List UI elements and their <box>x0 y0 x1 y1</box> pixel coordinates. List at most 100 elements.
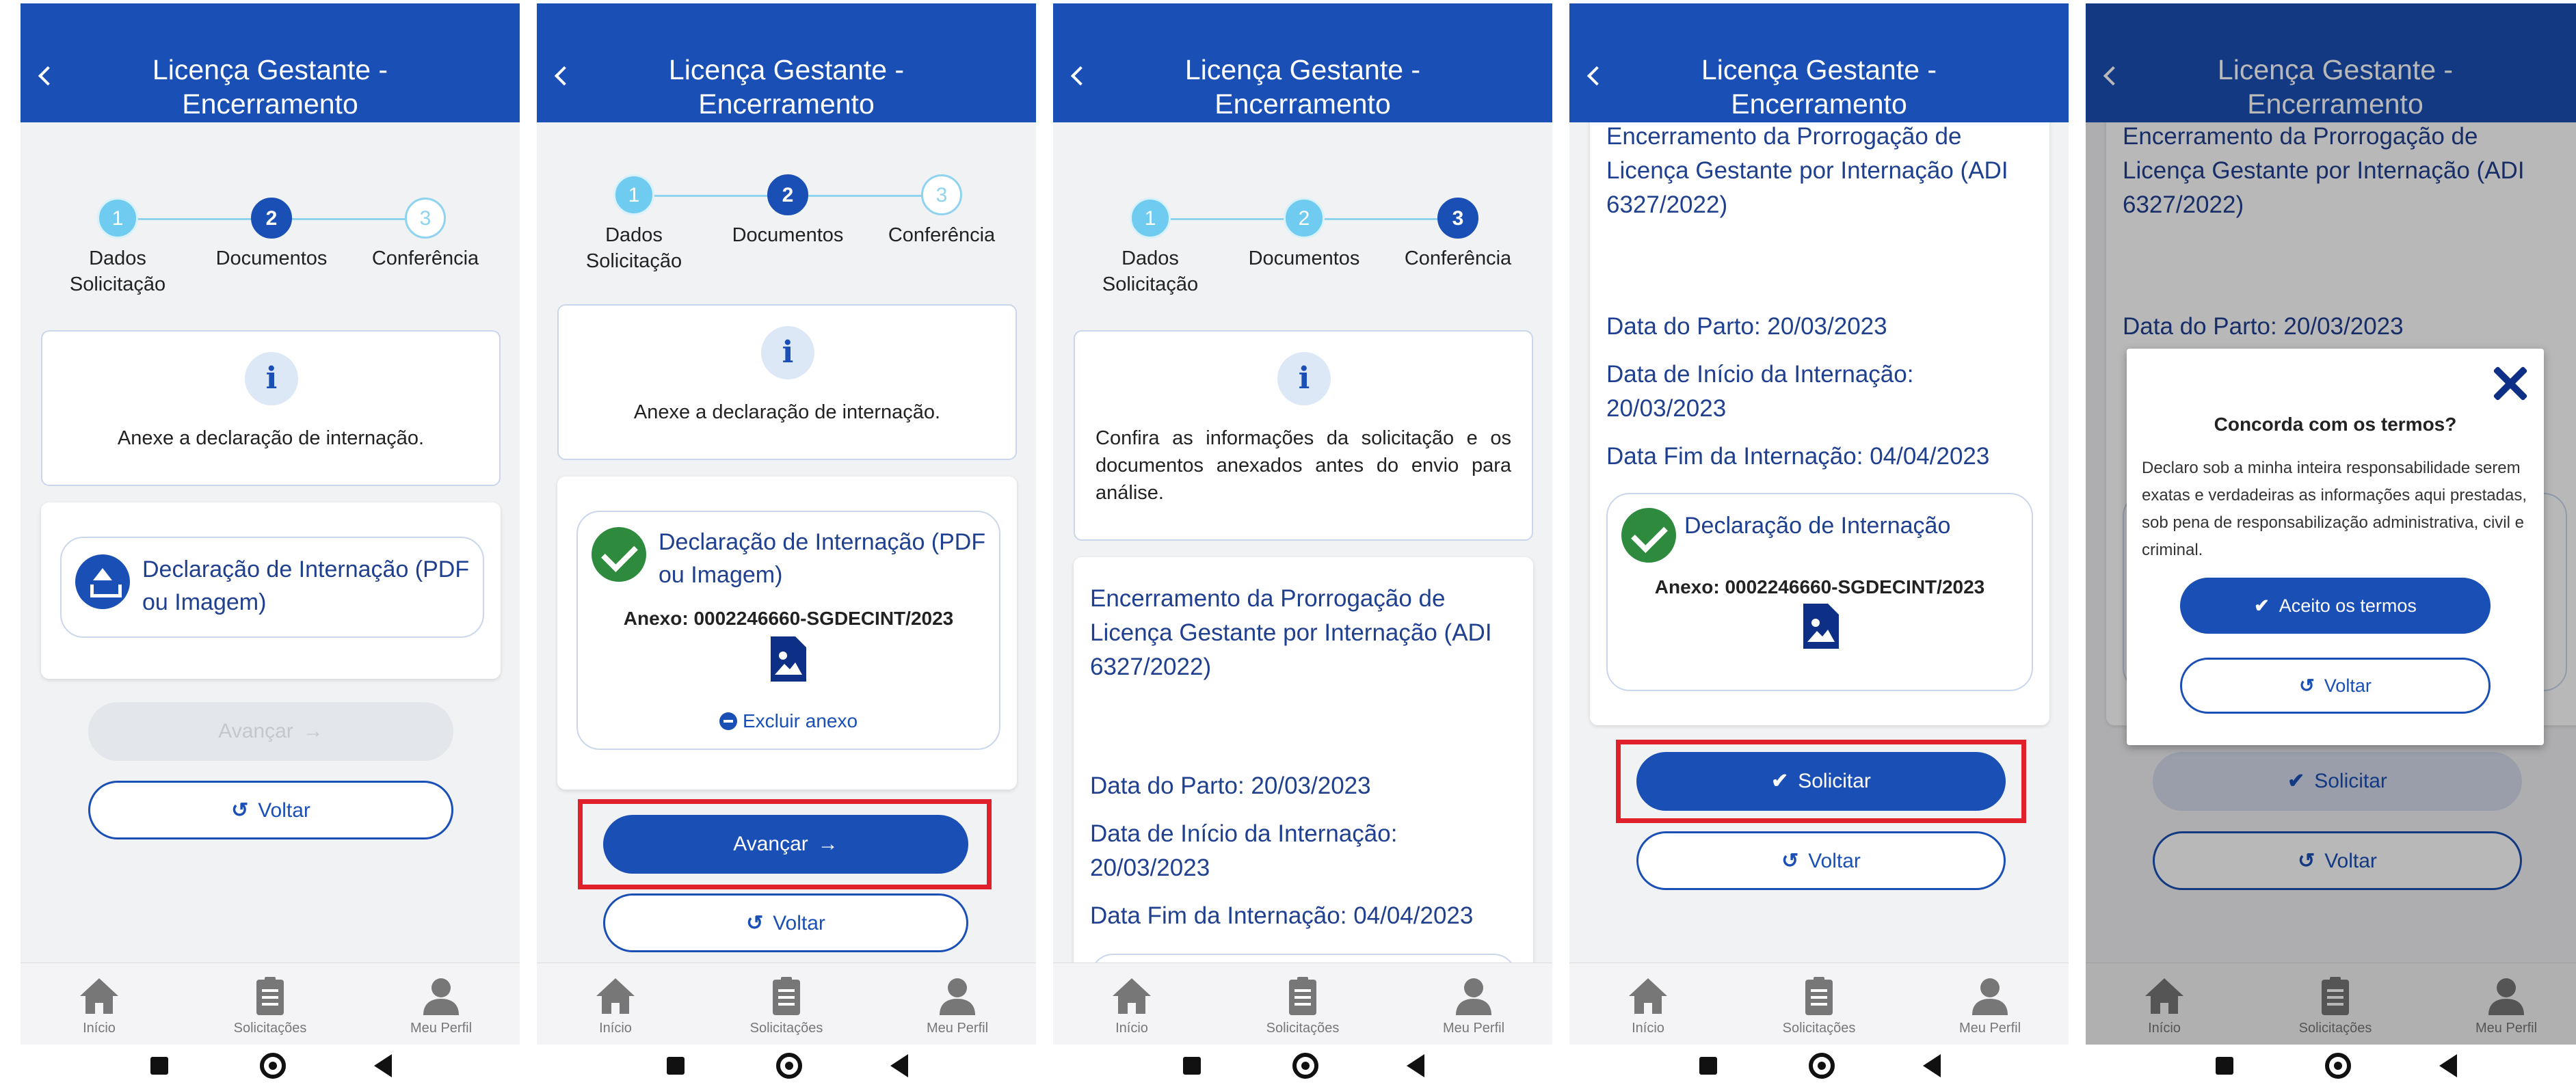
home-system-icon[interactable] <box>776 1053 802 1079</box>
home-system-icon[interactable] <box>260 1053 286 1079</box>
nav-profile[interactable]: Meu Perfil <box>889 976 1026 1036</box>
nav-requests[interactable]: Solicitações <box>202 976 338 1036</box>
nav-requests[interactable]: Solicitações <box>718 976 855 1036</box>
nav-profile[interactable]: Meu Perfil <box>1922 976 2058 1036</box>
image-file-icon[interactable] <box>771 636 806 682</box>
step-2-label: Documentos <box>1248 247 1360 269</box>
nav-profile-label: Meu Perfil <box>410 1021 473 1036</box>
clipboard-icon <box>256 977 284 1015</box>
nav-home[interactable]: Início <box>1580 976 1716 1036</box>
terms-modal: Concorda com os termos? Declaro sob a mi… <box>2127 349 2544 745</box>
document-label: Declaração de Internação (PDF ou Imagem) <box>142 556 470 615</box>
undo-icon: ↺ <box>2299 675 2315 696</box>
next-label: Avançar <box>733 833 808 855</box>
recent-apps-icon[interactable] <box>1699 1057 1717 1075</box>
next-button[interactable]: Avançar → <box>88 702 453 761</box>
screen-2: Licença Gestante - Encerramento 1 2 3 Da… <box>537 3 1036 1087</box>
stepper: 1 2 3 Dados Solicitação Documentos Confe… <box>537 174 1036 291</box>
info-text: Anexe a declaração de internação. <box>117 427 425 449</box>
back-arrow-icon[interactable] <box>554 66 574 86</box>
nav-requests[interactable]: Solicitações <box>1234 976 1371 1036</box>
step-1-label: Dados Solicitação <box>1102 247 1199 295</box>
step-3-label: Conferência <box>371 247 479 269</box>
undo-icon: ↺ <box>746 912 764 935</box>
upload-card: Declaração de Internação (PDF ou Imagem) <box>41 502 501 679</box>
check-icon: ✔ <box>2254 595 2270 616</box>
nav-profile[interactable]: Meu Perfil <box>1405 976 1542 1036</box>
back-arrow-icon[interactable] <box>38 66 58 86</box>
page-title: Licença Gestante - Encerramento <box>152 54 388 120</box>
back-arrow-icon[interactable] <box>1586 66 1607 86</box>
check-icon: ✔ <box>1771 770 1789 792</box>
annex-number: Anexo: 0002246660-SGDECINT/2023 <box>1654 576 1985 597</box>
step-1-label: Dados Solicitação <box>585 224 682 272</box>
info-card: i Anexe a declaração de internação. <box>557 304 1017 460</box>
request-title: Encerramento da Prorrogação de Licença G… <box>1090 585 1492 680</box>
home-system-icon[interactable] <box>1292 1053 1318 1079</box>
back-arrow-icon[interactable] <box>1070 66 1091 86</box>
back-label: Voltar <box>773 912 825 935</box>
bottom-nav: Início Solicitações Meu Perfil <box>1569 963 2069 1045</box>
minus-circle-icon <box>719 712 737 730</box>
remove-annex-link[interactable]: Excluir anexo <box>578 710 999 732</box>
back-system-icon[interactable] <box>374 1054 392 1077</box>
document-label: Declaração de Internação <box>1684 513 1951 539</box>
recent-apps-icon[interactable] <box>2216 1057 2233 1075</box>
home-icon <box>80 978 118 1014</box>
recent-apps-icon[interactable] <box>150 1057 168 1075</box>
nav-home[interactable]: Início <box>1063 976 1200 1036</box>
back-system-icon[interactable] <box>1923 1054 1941 1077</box>
home-system-icon[interactable] <box>1809 1053 1835 1079</box>
image-file-icon[interactable] <box>1803 604 1839 649</box>
back-button[interactable]: ↺ Voltar <box>1636 831 2006 890</box>
close-icon[interactable] <box>2488 361 2532 405</box>
request-title: Encerramento da Prorrogação de Licença G… <box>1606 123 2008 218</box>
step-3-circle: 3 <box>921 174 962 215</box>
hospitalization-end-date: Data Fim da Internação: 04/04/2023 <box>1090 902 1474 929</box>
step-1-circle: 1 <box>97 198 138 239</box>
accept-terms-label: Aceito os termos <box>2279 595 2417 616</box>
step-3-label: Conferência <box>1404 247 1512 269</box>
home-system-icon[interactable] <box>2325 1053 2351 1079</box>
back-system-icon[interactable] <box>2439 1054 2457 1077</box>
recent-apps-icon[interactable] <box>667 1057 685 1075</box>
home-icon <box>596 978 635 1014</box>
back-label: Voltar <box>258 799 310 822</box>
nav-home-label: Início <box>83 1021 116 1036</box>
nav-requests-label: Solicitações <box>1782 1021 1856 1036</box>
next-button[interactable]: Avançar → <box>603 815 968 874</box>
nav-home[interactable]: Início <box>31 976 168 1036</box>
app-header: Licença Gestante - Encerramento <box>21 3 520 122</box>
next-label: Avançar <box>218 720 293 742</box>
hospitalization-start-date: Data de Início da Internação: 20/03/2023 <box>1090 820 1398 881</box>
nav-profile[interactable]: Meu Perfil <box>373 976 509 1036</box>
nav-requests-label: Solicitações <box>749 1021 823 1036</box>
accept-terms-button[interactable]: ✔ Aceito os termos <box>2180 578 2491 634</box>
nav-home-label: Início <box>599 1021 632 1036</box>
stepper: 1 2 3 Dados Solicitação Documentos Confe… <box>21 198 520 314</box>
step-2-circle: 2 <box>1284 198 1325 239</box>
info-card: i Anexe a declaração de internação. <box>41 330 501 486</box>
info-text: Confira as informações da solicitação e … <box>1096 427 1511 504</box>
back-button[interactable]: ↺ Voltar <box>88 781 453 839</box>
recent-apps-icon[interactable] <box>1183 1057 1201 1075</box>
back-button[interactable]: ↺ Voltar <box>603 893 968 952</box>
nav-home[interactable]: Início <box>547 976 684 1036</box>
back-system-icon[interactable] <box>1407 1054 1424 1077</box>
nav-requests[interactable]: Solicitações <box>1751 976 1887 1036</box>
system-nav-bar <box>21 1045 520 1087</box>
bottom-nav: Início Solicitações Meu Perfil <box>1053 963 1552 1045</box>
app-header: Licença Gestante - Encerramento <box>537 3 1036 122</box>
home-icon <box>1629 978 1667 1014</box>
info-icon: i <box>1277 352 1331 405</box>
modal-back-button[interactable]: ↺ Voltar <box>2180 658 2491 714</box>
step-1-label: Dados Solicitação <box>69 247 166 295</box>
back-system-icon[interactable] <box>890 1054 908 1077</box>
check-icon <box>592 527 646 582</box>
submit-button[interactable]: ✔ Solicitar <box>1636 752 2006 811</box>
info-text: Anexe a declaração de internação. <box>633 401 941 423</box>
step-2-label: Documentos <box>732 224 844 246</box>
info-card: i Confira as informações da solicitação … <box>1074 330 1533 541</box>
upload-document-button[interactable]: Declaração de Internação (PDF ou Imagem) <box>60 537 484 638</box>
page-title: Licença Gestante - Encerramento <box>1184 54 1421 120</box>
